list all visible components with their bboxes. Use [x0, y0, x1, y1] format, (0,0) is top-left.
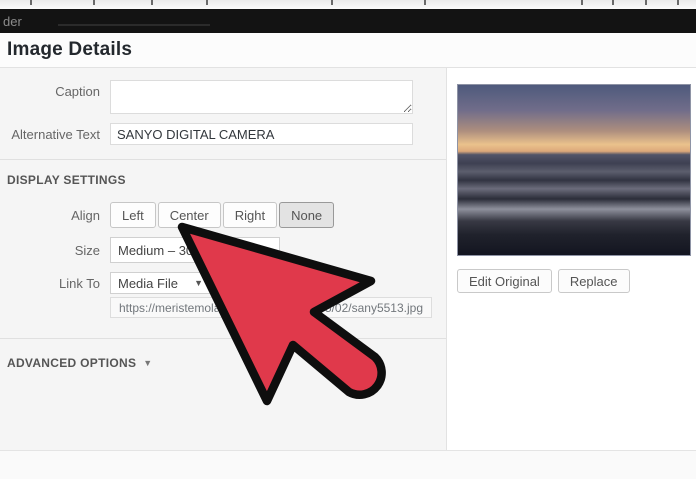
- link-to-select-value: Media File: [118, 276, 178, 291]
- alt-text-row: Alternative Text: [0, 123, 446, 145]
- align-button-group: Left Center Right None: [110, 202, 334, 228]
- link-to-select[interactable]: Media File ▼: [110, 272, 211, 294]
- link-url-spacer: [0, 297, 110, 318]
- link-url-row: https://meristemolabs. 5/02/sany5513.jpg: [0, 297, 446, 318]
- page-title: Image Details: [7, 39, 132, 61]
- align-left-button[interactable]: Left: [110, 202, 156, 228]
- advanced-options-toggle[interactable]: ADVANCED OPTIONS ▼: [0, 356, 446, 370]
- advanced-options-label: ADVANCED OPTIONS: [7, 356, 136, 370]
- link-url-prefix: https://meristemolabs.: [119, 301, 236, 315]
- align-row: Align Left Center Right None: [0, 202, 446, 228]
- replace-button[interactable]: Replace: [558, 269, 630, 293]
- image-settings-panel: Caption Alternative Text DISPLAY SETTING…: [0, 68, 447, 450]
- image-preview-panel: Edit Original Replace: [447, 68, 696, 450]
- browser-tick: [206, 0, 208, 5]
- divider: [0, 338, 446, 339]
- browser-tick: [151, 0, 153, 5]
- modal-header: Image Details: [0, 33, 696, 68]
- browser-tick: [612, 0, 614, 5]
- browser-tick: [677, 0, 679, 5]
- align-center-button[interactable]: Center: [158, 202, 221, 228]
- size-label: Size: [0, 237, 110, 263]
- size-row: Size Medium – 300 ×: [0, 237, 446, 263]
- image-preview-thumbnail: [457, 84, 691, 256]
- topbar-partial-text: der: [3, 15, 22, 28]
- alt-text-label: Alternative Text: [0, 123, 110, 145]
- align-none-button[interactable]: None: [279, 202, 334, 228]
- link-to-label: Link To: [0, 272, 110, 294]
- edit-original-button[interactable]: Edit Original: [457, 269, 552, 293]
- caption-input[interactable]: [110, 80, 413, 114]
- browser-tick: [30, 0, 32, 5]
- browser-tick: [93, 0, 95, 5]
- browser-tick: [581, 0, 583, 5]
- display-settings-heading: DISPLAY SETTINGS: [0, 173, 446, 187]
- align-label: Align: [0, 202, 110, 228]
- size-select[interactable]: Medium – 300 ×: [110, 237, 280, 263]
- browser-edge-strip: [0, 0, 696, 9]
- preview-actions: Edit Original Replace: [457, 269, 692, 293]
- link-url-suffix: 5/02/sany5513.jpg: [325, 301, 423, 315]
- topbar-decorative-line: [58, 24, 210, 26]
- divider: [0, 159, 446, 160]
- caption-label: Caption: [0, 80, 110, 114]
- align-right-button[interactable]: Right: [223, 202, 277, 228]
- chevron-down-icon: ▼: [143, 358, 152, 368]
- size-select-value: Medium – 300 ×: [118, 243, 212, 258]
- media-modal-top-bar: der: [0, 9, 696, 33]
- chevron-down-icon: ▼: [194, 278, 203, 288]
- caption-row: Caption: [0, 80, 446, 114]
- alt-text-field[interactable]: [110, 123, 413, 145]
- browser-tick: [424, 0, 426, 5]
- browser-tick: [645, 0, 647, 5]
- modal-body: Caption Alternative Text DISPLAY SETTING…: [0, 68, 696, 450]
- browser-tick: [331, 0, 333, 5]
- link-to-row: Link To Media File ▼: [0, 272, 446, 294]
- modal-footer: [0, 450, 696, 479]
- link-url-field[interactable]: https://meristemolabs. 5/02/sany5513.jpg: [110, 297, 432, 318]
